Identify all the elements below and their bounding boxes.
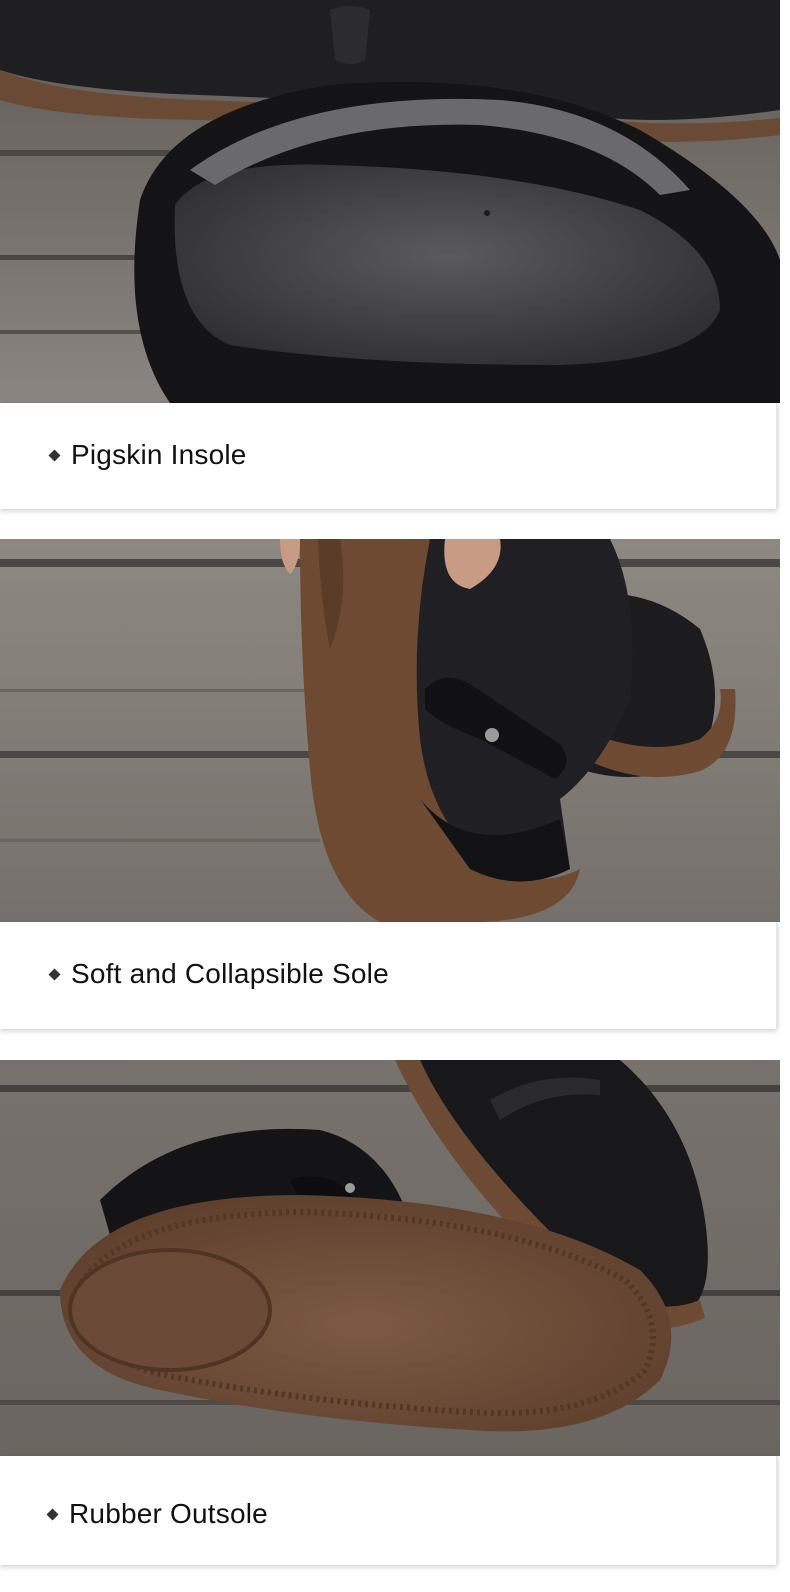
caption-text: Soft and Collapsible Sole: [71, 958, 389, 989]
diamond-icon: [48, 968, 61, 981]
caption-row: Rubber Outsole: [46, 1498, 268, 1530]
collapsible-sole-photo: [0, 539, 780, 922]
diamond-icon: [48, 449, 61, 462]
caption-collapsible-sole: Soft and Collapsible Sole: [0, 922, 777, 1029]
rubber-outsole-photo: [0, 1060, 780, 1456]
caption-row: Soft and Collapsible Sole: [48, 958, 389, 990]
caption-pigskin-insole: Pigskin Insole: [0, 403, 777, 509]
caption-text: Rubber Outsole: [69, 1498, 268, 1529]
caption-row: Pigskin Insole: [48, 439, 247, 471]
diamond-icon: [46, 1508, 59, 1521]
caption-rubber-outsole: Rubber Outsole: [0, 1456, 777, 1565]
pigskin-insole-photo: [0, 0, 780, 403]
caption-text: Pigskin Insole: [71, 439, 247, 470]
